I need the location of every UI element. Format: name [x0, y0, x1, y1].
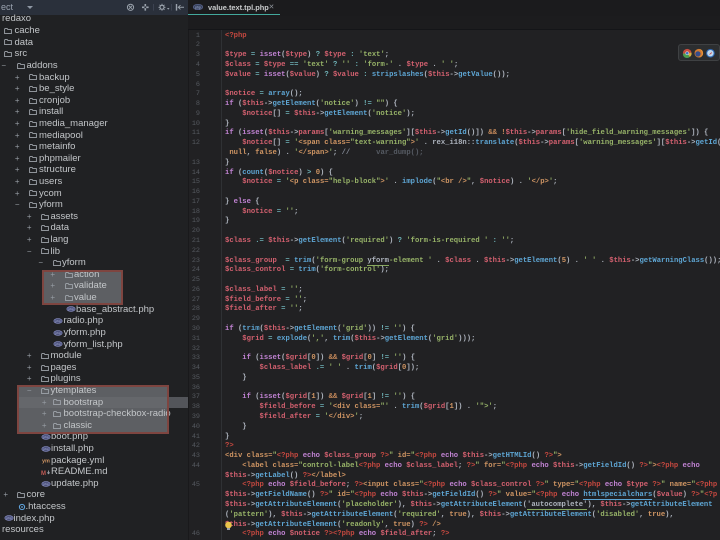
- svg-text:php: php: [43, 447, 48, 451]
- svg-text:php: php: [195, 5, 201, 9]
- svg-text:php: php: [55, 319, 60, 323]
- svg-text:ym: ym: [42, 458, 50, 464]
- svg-text:php: php: [55, 342, 60, 346]
- svg-text:php: php: [43, 435, 48, 439]
- svg-text:M: M: [41, 470, 46, 475]
- svg-text:php: php: [55, 331, 60, 335]
- svg-text:php: php: [68, 308, 73, 312]
- svg-text:php: php: [6, 517, 11, 521]
- svg-text:php: php: [43, 482, 48, 486]
